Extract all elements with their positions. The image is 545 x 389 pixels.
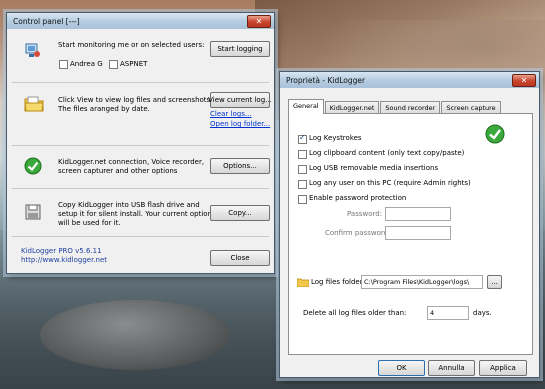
log-keystrokes-checkbox[interactable] — [298, 133, 307, 144]
floppy-disk-icon — [24, 203, 42, 221]
user-monitor-icon — [24, 42, 42, 60]
properties-title: Proprietà - KidLogger — [286, 75, 366, 85]
ok-button[interactable]: OK — [378, 360, 425, 376]
log-any-user-checkbox[interactable] — [298, 180, 307, 189]
green-check-icon — [24, 157, 42, 175]
tab-general[interactable]: General — [288, 99, 324, 114]
delete-logs-label: Delete all log files older than: — [303, 309, 407, 317]
options-button[interactable]: Options... — [210, 158, 270, 174]
password-protection-label: Enable password protection — [309, 194, 407, 202]
properties-window: Proprietà - KidLogger ✕ General KidLogge… — [279, 71, 540, 378]
browse-folder-button[interactable]: ... — [487, 275, 502, 289]
password-field[interactable] — [385, 207, 451, 221]
log-folder-field[interactable]: C:\Program Files\KidLogger\logs\ — [361, 275, 483, 289]
monitoring-text: Start monitoring me or on selected users… — [58, 41, 205, 49]
options-section: KidLogger.net connection, Voice recorder… — [12, 146, 270, 189]
user-checkbox-aspnet[interactable] — [109, 60, 118, 69]
user-checkbox-andrea[interactable] — [59, 60, 68, 69]
delete-days-field[interactable]: 4 — [427, 306, 469, 320]
log-clipboard-label: Log clipboard content (only text copy/pa… — [309, 149, 465, 157]
logs-description-line1: Click View to view log files and screens… — [58, 96, 213, 104]
close-icon: ✕ — [255, 17, 263, 26]
folder-icon — [24, 95, 44, 113]
logs-description-line2: The files aranged by date. — [58, 105, 150, 113]
copy-description-line3: will be used for it. — [58, 219, 121, 227]
desktop-rock — [40, 300, 230, 370]
control-panel-window: Control panel [---] ✕ Start monitoring m… — [6, 12, 275, 274]
log-usb-checkbox[interactable] — [298, 165, 307, 174]
properties-titlebar[interactable]: Proprietà - KidLogger ✕ — [280, 72, 539, 88]
control-panel-titlebar[interactable]: Control panel [---] ✕ — [7, 13, 274, 29]
copy-section: Copy KidLogger into USB flash drive and … — [12, 189, 270, 237]
log-usb-label: Log USB removable media insertions — [309, 164, 439, 172]
close-window-button[interactable]: ✕ — [512, 74, 536, 87]
log-any-user-label: Log any user on this PC (require Admin r… — [309, 179, 471, 187]
options-description-line2: screen capturer and other options — [58, 167, 178, 175]
log-clipboard-checkbox[interactable] — [298, 150, 307, 159]
log-folder-label: Log files folder: — [311, 278, 365, 286]
apply-button[interactable]: Applica — [479, 360, 527, 376]
user-label-aspnet: ASPNET — [120, 60, 148, 68]
close-icon: ✕ — [520, 76, 528, 85]
monitoring-section: Start monitoring me or on selected users… — [12, 30, 270, 83]
password-label: Password: — [347, 210, 383, 218]
close-window-button[interactable]: ✕ — [247, 15, 271, 28]
open-log-folder-link[interactable]: Open log folder... — [210, 120, 270, 129]
folder-icon — [296, 277, 310, 288]
user-label-andrea: Andrea G — [70, 60, 103, 68]
clear-logs-link[interactable]: Clear logs... — [210, 110, 252, 119]
start-logging-button[interactable]: Start logging — [210, 41, 270, 57]
copy-button[interactable]: Copy... — [210, 205, 270, 221]
general-tab-panel: Log Keystrokes Log clipboard content (on… — [288, 113, 533, 355]
green-check-icon — [485, 124, 505, 144]
password-protection-checkbox[interactable] — [298, 195, 307, 204]
logs-section: Click View to view log files and screens… — [12, 83, 272, 146]
days-label: days. — [473, 309, 492, 317]
confirm-password-label: Confirm password: — [325, 229, 391, 237]
confirm-password-field[interactable] — [385, 226, 451, 240]
view-current-log-button[interactable]: View current log... — [208, 92, 272, 108]
log-keystrokes-label: Log Keystrokes — [309, 134, 362, 142]
copy-description-line1: Copy KidLogger into USB flash drive and — [58, 201, 200, 209]
website-link[interactable]: http://www.kidlogger.net — [21, 256, 107, 265]
copy-description-line2: setup it for silent install. Your curren… — [58, 210, 216, 218]
close-button[interactable]: Close — [210, 250, 270, 266]
window-title: Control panel [---] — [13, 16, 80, 26]
cancel-button[interactable]: Annulla — [428, 360, 475, 376]
version-label: KidLogger PRO v5.6.11 — [21, 247, 102, 255]
properties-tabs: General KidLogger.net Sound recorder Scr… — [288, 99, 502, 114]
options-description-line1: KidLogger.net connection, Voice recorder… — [58, 158, 205, 166]
